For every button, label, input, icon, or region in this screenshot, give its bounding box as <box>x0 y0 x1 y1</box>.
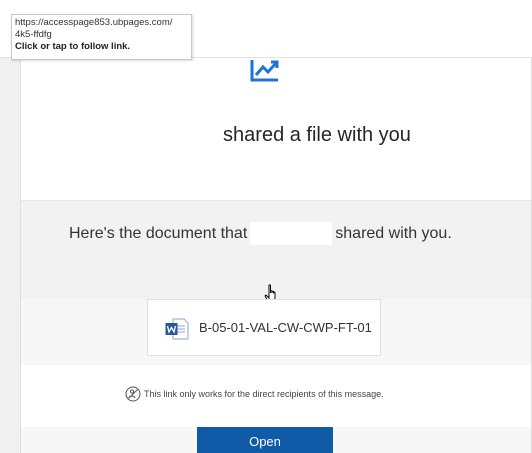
file-attachment-link[interactable]: B-05-01-VAL-CW-CWP-FT-01 <box>147 299 381 356</box>
open-button[interactable]: Open <box>197 427 333 453</box>
recipient-notice: This link only works for the direct reci… <box>125 386 384 402</box>
file-section: B-05-01-VAL-CW-CWP-FT-01 <box>21 299 531 365</box>
message-suffix: shared with you. <box>335 224 452 242</box>
link-tooltip: https://accesspage853.ubpages.com/ 4k5-f… <box>11 14 192 60</box>
button-section: Open <box>21 427 531 453</box>
file-name: B-05-01-VAL-CW-CWP-FT-01 <box>199 320 372 335</box>
tooltip-url-line-1: https://accesspage853.ubpages.com/ <box>15 17 173 28</box>
message-section: Here's the document that shared with you. <box>21 201 531 303</box>
word-document-icon <box>165 318 189 340</box>
sender-name-redacted <box>250 222 333 245</box>
email-viewer: shared a file with you Here's the docume… <box>0 0 532 453</box>
message-prefix: Here's the document that <box>69 224 248 242</box>
restricted-link-icon <box>125 386 141 402</box>
tooltip-url-line-2: 4k5-ffdfg <box>15 29 52 40</box>
chart-line-icon <box>250 60 279 82</box>
share-notification-card: shared a file with you Here's the docume… <box>20 58 532 453</box>
notice-text: This link only works for the direct reci… <box>144 389 384 399</box>
share-message: Here's the document that shared with you. <box>69 222 452 246</box>
notice-section: This link only works for the direct reci… <box>21 365 531 427</box>
page-title: shared a file with you <box>223 124 411 146</box>
tooltip-hint: Click or tap to follow link. <box>15 41 131 52</box>
card-header: shared a file with you <box>21 58 531 201</box>
